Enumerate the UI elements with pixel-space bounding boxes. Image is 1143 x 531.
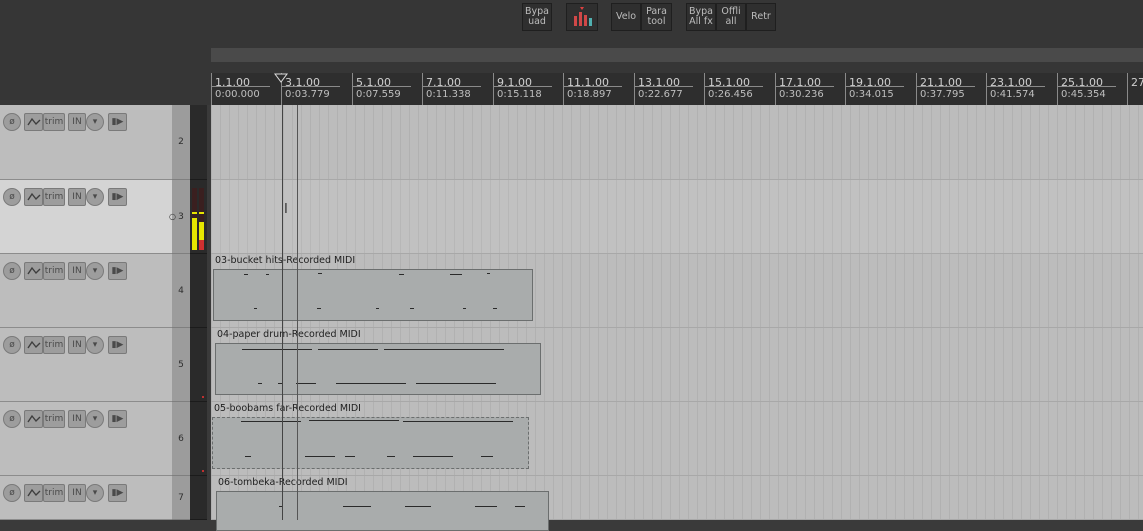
trim-button[interactable]: trim xyxy=(43,484,65,502)
track-number: 4 xyxy=(172,254,190,328)
phase-invert-icon[interactable]: ø xyxy=(3,410,21,428)
track-control-panel[interactable]: ø trim IN ▾ ▮▶ xyxy=(0,328,172,402)
playhead-line xyxy=(297,105,298,520)
media-item-label: 04-paper drum-Recorded MIDI xyxy=(217,329,361,340)
track-control-panel[interactable]: ø trim IN ▾ ▮▶ xyxy=(0,105,172,180)
ruler-tick: 23.1.00 0:41.574 xyxy=(986,73,1045,105)
track-control-panel[interactable]: ø trim IN ▾ ▮▶ xyxy=(0,180,172,254)
ruler-tick: 11.1.00 0:18.897 xyxy=(563,73,622,105)
trim-button[interactable]: trim xyxy=(43,113,65,131)
track-meter xyxy=(190,328,207,402)
track-meter xyxy=(190,254,207,328)
trim-button[interactable]: trim xyxy=(43,262,65,280)
track-meter xyxy=(190,180,207,254)
envelope-icon[interactable] xyxy=(24,188,43,206)
envelope-icon[interactable] xyxy=(24,484,43,502)
phase-invert-icon[interactable]: ø xyxy=(3,484,21,502)
track-number: 6 xyxy=(172,402,190,476)
bypass-uad-button[interactable]: Bypa uad xyxy=(522,3,552,31)
phase-invert-icon[interactable]: ø xyxy=(3,336,21,354)
retrospective-record-button[interactable]: Retr xyxy=(746,3,776,31)
chevron-down-icon[interactable]: ▾ xyxy=(86,410,104,428)
track-number: 2 xyxy=(172,105,190,180)
ruler-tick: 5.1.00 0:07.559 xyxy=(352,73,411,105)
trim-button[interactable]: trim xyxy=(43,188,65,206)
bar-meter-icon xyxy=(574,7,592,26)
track-lane xyxy=(211,105,1143,180)
record-mode-icon[interactable]: ▮▶ xyxy=(108,113,127,131)
input-button[interactable]: IN xyxy=(68,410,86,428)
track-meter xyxy=(190,476,207,520)
chevron-down-icon[interactable]: ▾ xyxy=(86,262,104,280)
selection-dot-icon: ○ xyxy=(169,212,176,221)
ruler-tick: 13.1.00 0:22.677 xyxy=(634,73,693,105)
playhead-marker-icon[interactable] xyxy=(274,73,288,83)
track-number: 5 xyxy=(172,328,190,402)
media-item-label: 03-bucket hits-Recorded MIDI xyxy=(215,255,356,266)
text-cursor-icon: I xyxy=(284,202,288,217)
trim-button[interactable]: trim xyxy=(43,410,65,428)
ruler-tick: 19.1.00 0:34.015 xyxy=(845,73,904,105)
record-mode-icon[interactable]: ▮▶ xyxy=(108,410,127,428)
track-meter xyxy=(190,105,207,180)
midi-item[interactable] xyxy=(215,343,541,395)
phase-invert-icon[interactable]: ø xyxy=(3,188,21,206)
record-mode-icon[interactable]: ▮▶ xyxy=(108,336,127,354)
record-mode-icon[interactable]: ▮▶ xyxy=(108,484,127,502)
mixer-meter-icon[interactable] xyxy=(566,3,598,31)
ruler-tick: 21.1.00 0:37.795 xyxy=(916,73,975,105)
track-control-panel[interactable]: ø trim IN ▾ ▮▶ xyxy=(0,476,172,520)
envelope-icon[interactable] xyxy=(24,336,43,354)
phase-invert-icon[interactable]: ø xyxy=(3,262,21,280)
envelope-icon[interactable] xyxy=(24,410,43,428)
chevron-down-icon[interactable]: ▾ xyxy=(86,113,104,131)
bypass-all-fx-button[interactable]: Bypa All fx xyxy=(686,3,716,31)
chevron-down-icon[interactable]: ▾ xyxy=(86,484,104,502)
chevron-down-icon[interactable]: ▾ xyxy=(86,336,104,354)
ruler-tick: 25.1.00 0:45.354 xyxy=(1057,73,1116,105)
phase-invert-icon[interactable]: ø xyxy=(3,113,21,131)
edit-cursor-line xyxy=(282,105,283,520)
track-control-panel[interactable]: ø trim IN ▾ ▮▶ xyxy=(0,254,172,328)
horizontal-scroll-strip[interactable] xyxy=(211,48,1143,62)
ruler-tick: 1.1.00 0:00.000 xyxy=(211,73,270,105)
input-button[interactable]: IN xyxy=(68,188,86,206)
input-button[interactable]: IN xyxy=(68,484,86,502)
input-button[interactable]: IN xyxy=(68,262,86,280)
envelope-icon[interactable] xyxy=(24,113,43,131)
track-control-panel[interactable]: ø trim IN ▾ ▮▶ xyxy=(0,402,172,476)
record-mode-icon[interactable]: ▮▶ xyxy=(108,188,127,206)
ruler-tick: 17.1.00 0:30.236 xyxy=(775,73,834,105)
midi-item[interactable] xyxy=(216,491,549,531)
input-button[interactable]: IN xyxy=(68,113,86,131)
track-lane xyxy=(211,180,1143,254)
record-mode-icon[interactable]: ▮▶ xyxy=(108,262,127,280)
midi-item[interactable] xyxy=(213,269,533,321)
ruler-tick: 27 xyxy=(1127,73,1143,105)
midi-item[interactable] xyxy=(212,417,529,469)
ruler-tick: 15.1.00 0:26.456 xyxy=(704,73,763,105)
velocity-button[interactable]: Velo xyxy=(611,3,641,31)
media-item-label: 05-boobams far-Recorded MIDI xyxy=(214,403,361,414)
timeline-ruler[interactable]: 1.1.00 0:00.000 3.1.00 0:03.779 5.1.00 0:07… xyxy=(211,73,1143,105)
parameter-tool-button[interactable]: Para tool xyxy=(641,3,672,31)
chevron-down-icon[interactable]: ▾ xyxy=(86,188,104,206)
arrange-view[interactable]: 03-bucket hits-Recorded MIDI 04-paper dr… xyxy=(211,105,1143,531)
offline-all-button[interactable]: Offli all xyxy=(716,3,746,31)
ruler-tick: 9.1.00 0:15.118 xyxy=(493,73,552,105)
ruler-tick: 7.1.00 0:11.338 xyxy=(422,73,481,105)
trim-button[interactable]: trim xyxy=(43,336,65,354)
envelope-icon[interactable] xyxy=(24,262,43,280)
track-meter xyxy=(190,402,207,476)
input-button[interactable]: IN xyxy=(68,336,86,354)
track-number: 7 xyxy=(172,476,190,520)
